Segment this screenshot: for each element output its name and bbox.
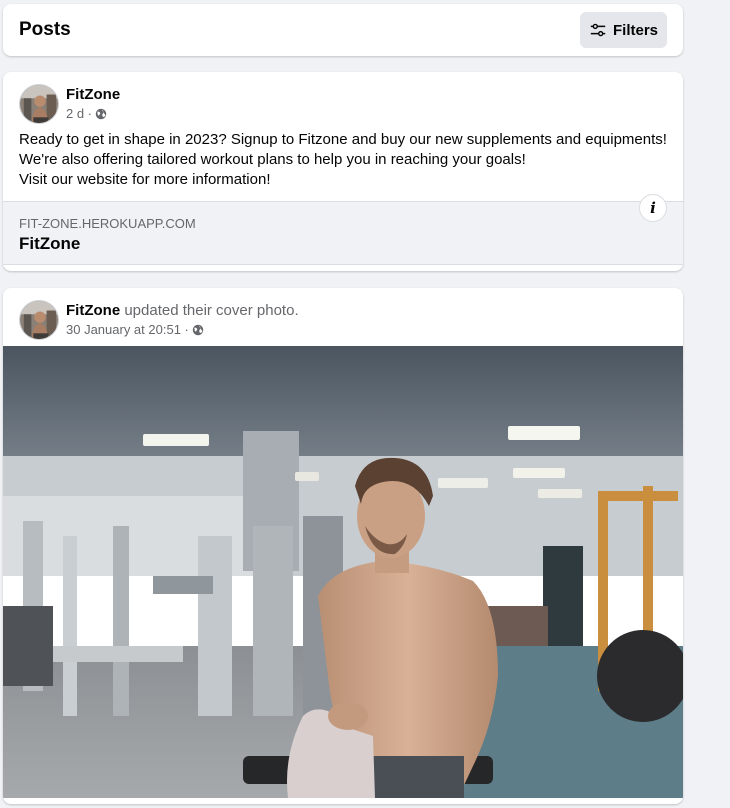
gym-photo <box>3 346 683 798</box>
link-title[interactable]: FitZone <box>19 234 80 254</box>
post-text-line: We're also offering tailored workout pla… <box>19 151 526 168</box>
post-author-line: FitZone updated their cover photo. <box>66 302 299 319</box>
post-text-line: Ready to get in shape in 2023? Signup to… <box>19 131 667 148</box>
post-author[interactable]: FitZone <box>66 302 120 319</box>
post-action-text: updated their cover photo. <box>120 302 299 319</box>
posts-header: Posts Filters <box>3 4 683 56</box>
filters-label: Filters <box>612 21 658 39</box>
link-domain: FIT-ZONE.HEROKUAPP.COM <box>19 216 196 231</box>
sliders-icon <box>590 23 606 37</box>
page-title: Posts <box>19 19 71 40</box>
post-meta: 2 d · <box>66 106 107 121</box>
globe-icon <box>95 108 107 119</box>
avatar[interactable] <box>19 84 59 124</box>
post-text: Ready to get in shape in 2023? Signup to… <box>19 130 679 190</box>
avatar[interactable] <box>19 300 59 340</box>
globe-icon <box>192 324 204 335</box>
link-preview[interactable]: i FIT-ZONE.HEROKUAPP.COM FitZone <box>3 194 683 265</box>
info-icon[interactable]: i <box>639 194 667 222</box>
post-author[interactable]: FitZone <box>66 86 120 103</box>
post-timestamp[interactable]: 30 January at 20:51 · <box>66 322 189 337</box>
post-text-line: Visit our website for more information! <box>19 171 271 188</box>
avatar-image <box>20 301 58 339</box>
post-meta: 30 January at 20:51 · <box>66 322 204 337</box>
post-card: FitZone 2 d · Ready to get in shape in 2… <box>3 72 683 271</box>
cover-photo[interactable] <box>3 346 683 798</box>
post-timestamp[interactable]: 2 d · <box>66 106 92 121</box>
post-card: FitZone updated their cover photo. 30 Ja… <box>3 288 683 804</box>
filters-button[interactable]: Filters <box>580 12 667 48</box>
avatar-image <box>20 85 58 123</box>
